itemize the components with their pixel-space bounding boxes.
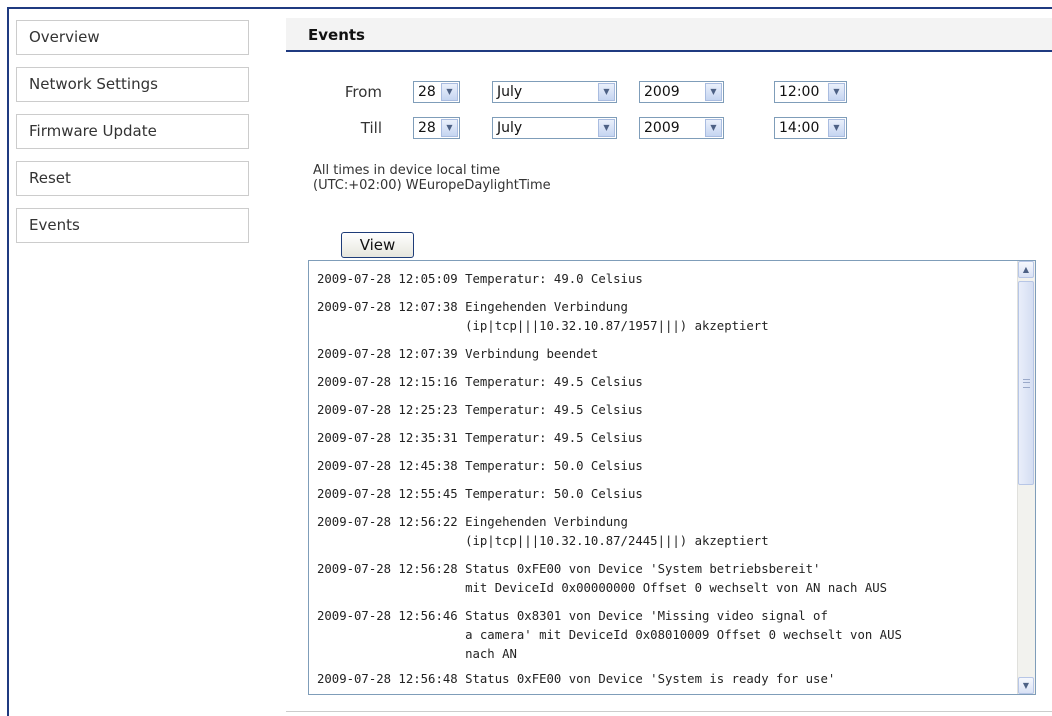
from-year-value: 2009 — [644, 84, 680, 100]
log-timestamp: 2009-07-28 12:05:09 — [317, 272, 466, 286]
till-day-select[interactable]: 28 ▼ — [413, 117, 460, 139]
log-message: Eingehenden Verbindung (ip|tcp|||10.32.1… — [465, 515, 769, 548]
log-message: Temperatur: 49.0 Celsius — [465, 272, 643, 286]
till-time-value: 14:00 — [779, 120, 820, 136]
scrollbar-thumb[interactable] — [1018, 281, 1034, 485]
from-month-select[interactable]: July ▼ — [492, 81, 617, 103]
log-entry: 2009-07-28 12:56:48 Status 0xFE00 von De… — [309, 670, 1018, 689]
main-panel: Events — [286, 18, 1052, 52]
log-timestamp: 2009-07-28 12:07:38 — [317, 300, 466, 314]
log-entry: 2009-07-28 12:25:23 Temperatur: 49.5 Cel… — [309, 401, 1018, 420]
log-entry: 2009-07-28 12:56:28 Status 0xFE00 von De… — [309, 560, 1018, 598]
log-entry: 2009-07-28 12:07:39 Verbindung beendet — [309, 345, 1018, 364]
log-timestamp: 2009-07-28 12:07:39 — [317, 347, 466, 361]
log-timestamp: 2009-07-28 12:25:23 — [317, 403, 466, 417]
log-timestamp: 2009-07-28 12:56:46 — [317, 609, 466, 623]
log-entry: 2009-07-28 12:45:38 Temperatur: 50.0 Cel… — [309, 457, 1018, 476]
log-message: Status 0x8301 von Device 'Missing video … — [465, 609, 902, 661]
log-entry: 2009-07-28 12:35:31 Temperatur: 49.5 Cel… — [309, 429, 1018, 448]
till-year-select[interactable]: 2009 ▼ — [639, 117, 724, 139]
vertical-scrollbar[interactable]: ▲ ▼ — [1017, 261, 1035, 694]
section-title: Events — [286, 18, 1052, 52]
log-entry: 2009-07-28 12:15:16 Temperatur: 49.5 Cel… — [309, 373, 1018, 392]
from-time-select[interactable]: 12:00 ▼ — [774, 81, 847, 103]
log-message: Temperatur: 50.0 Celsius — [465, 487, 643, 501]
timezone-note: All times in device local time (UTC:+02:… — [313, 163, 551, 193]
nav-item-firmware-update[interactable]: Firmware Update — [16, 114, 249, 149]
view-button[interactable]: View — [341, 232, 414, 258]
log-message: Temperatur: 50.0 Celsius — [465, 459, 643, 473]
chevron-down-icon: ▼ — [828, 119, 845, 137]
log-message: Temperatur: 49.5 Celsius — [465, 431, 643, 445]
chevron-down-icon: ▼ — [828, 83, 845, 101]
chevron-down-icon: ▼ — [598, 83, 615, 101]
log-entry: 2009-07-28 12:55:45 Temperatur: 50.0 Cel… — [309, 485, 1018, 504]
grip-icon — [1023, 379, 1030, 388]
log-entry: 2009-07-28 12:56:22 Eingehenden Verbindu… — [309, 513, 1018, 551]
arrow-down-icon[interactable]: ▼ — [1018, 677, 1034, 694]
till-month-select[interactable]: July ▼ — [492, 117, 617, 139]
timezone-note-line2: (UTC:+02:00) WEuropeDaylightTime — [313, 178, 551, 193]
log-message: Temperatur: 49.5 Celsius — [465, 375, 643, 389]
from-year-select[interactable]: 2009 ▼ — [639, 81, 724, 103]
chevron-down-icon: ▼ — [441, 83, 458, 101]
from-day-select[interactable]: 28 ▼ — [413, 81, 460, 103]
log-timestamp: 2009-07-28 12:15:16 — [317, 375, 466, 389]
till-day-value: 28 — [418, 120, 436, 136]
log-entry: 2009-07-28 12:05:09 Temperatur: 49.0 Cel… — [309, 270, 1018, 289]
log-timestamp: 2009-07-28 12:56:28 — [317, 562, 466, 576]
nav-item-overview[interactable]: Overview — [16, 20, 249, 55]
log-message: Verbindung beendet — [465, 347, 599, 361]
from-time-value: 12:00 — [779, 84, 820, 100]
log-timestamp: 2009-07-28 12:56:22 — [317, 515, 466, 529]
nav-item-network-settings[interactable]: Network Settings — [16, 67, 249, 102]
till-year-value: 2009 — [644, 120, 680, 136]
log-message: Status 0xFE00 von Device 'System betrieb… — [465, 562, 888, 595]
log-timestamp: 2009-07-28 12:55:45 — [317, 487, 466, 501]
till-time-select[interactable]: 14:00 ▼ — [774, 117, 847, 139]
chevron-down-icon: ▼ — [705, 119, 722, 137]
from-day-value: 28 — [418, 84, 436, 100]
divider — [286, 711, 1052, 712]
chevron-down-icon: ▼ — [441, 119, 458, 137]
from-label: From — [344, 83, 382, 101]
nav-item-reset[interactable]: Reset — [16, 161, 249, 196]
sidebar-nav: Overview Network Settings Firmware Updat… — [16, 20, 249, 255]
till-label: Till — [360, 119, 382, 137]
log-entry: 2009-07-28 12:07:38 Eingehenden Verbindu… — [309, 298, 1018, 336]
chevron-down-icon: ▼ — [705, 83, 722, 101]
nav-item-events[interactable]: Events — [16, 208, 249, 243]
log-entry: 2009-07-28 12:56:46 Status 0x8301 von De… — [309, 607, 1018, 664]
timezone-note-line1: All times in device local time — [313, 163, 501, 178]
event-log[interactable]: 2009-07-28 12:05:09 Temperatur: 49.0 Cel… — [308, 260, 1036, 695]
log-timestamp: 2009-07-28 12:45:38 — [317, 459, 466, 473]
from-month-value: July — [497, 84, 523, 100]
log-message: Eingehenden Verbindung (ip|tcp|||10.32.1… — [465, 300, 769, 333]
till-month-value: July — [497, 120, 523, 136]
log-timestamp: 2009-07-28 12:56:48 — [317, 672, 466, 686]
chevron-down-icon: ▼ — [598, 119, 615, 137]
log-timestamp: 2009-07-28 12:35:31 — [317, 431, 466, 445]
log-message: Temperatur: 49.5 Celsius — [465, 403, 643, 417]
log-message: Status 0xFE00 von Device 'System is read… — [465, 672, 836, 686]
arrow-up-icon[interactable]: ▲ — [1018, 261, 1034, 278]
event-log-content: 2009-07-28 12:05:09 Temperatur: 49.0 Cel… — [309, 261, 1018, 694]
